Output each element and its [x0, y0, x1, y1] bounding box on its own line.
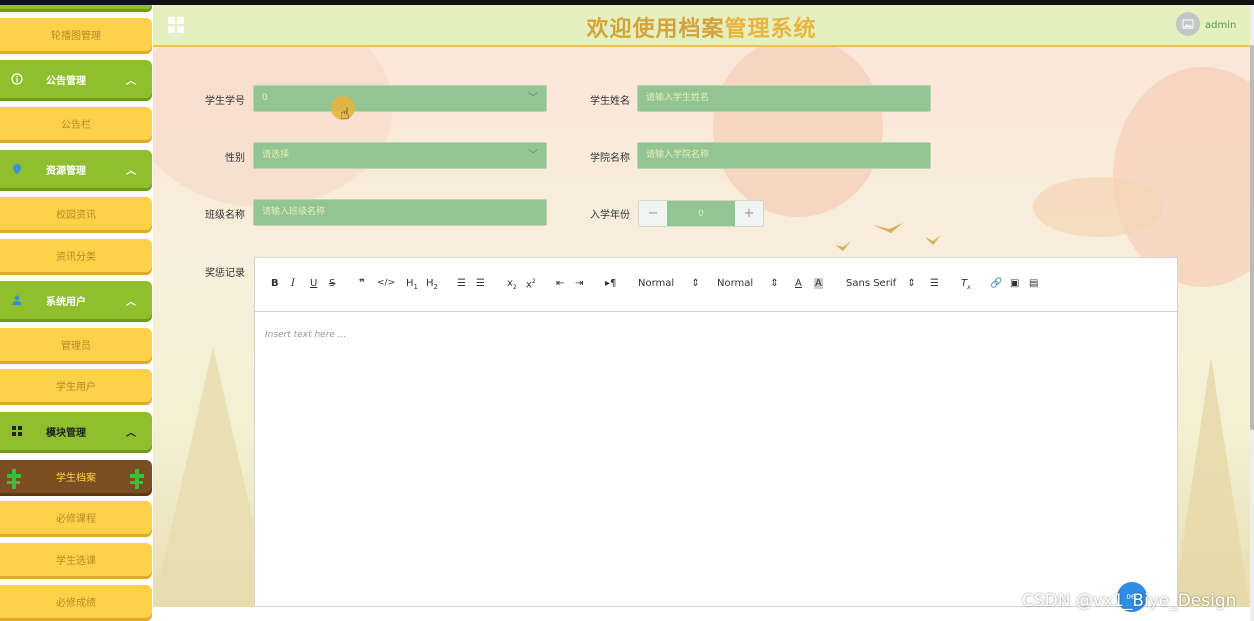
- grid-icon: [10, 424, 24, 438]
- sidebar-item-required-courses[interactable]: 必修课程: [0, 501, 152, 534]
- bullet-list-icon[interactable]: ☰: [476, 278, 485, 289]
- clear-format-icon[interactable]: Tx: [961, 278, 971, 291]
- hand-cursor-icon: ☝: [340, 104, 350, 123]
- align-icon[interactable]: ☰: [930, 278, 939, 289]
- ordered-list-icon[interactable]: ☰: [457, 278, 466, 289]
- top-header: 欢迎使用档案管理系统 admin: [153, 5, 1250, 47]
- info-circle-icon: [10, 72, 24, 86]
- college-label: 学院名称: [590, 153, 630, 164]
- gender-select[interactable]: 请选择 ﹀: [253, 142, 547, 169]
- sidebar-item-required-grades[interactable]: 必修成绩: [0, 585, 152, 618]
- sidebar-item-course-selection[interactable]: 学生选课: [0, 543, 152, 576]
- header-select[interactable]: Normal ⇕: [638, 278, 700, 289]
- background-blob: [1113, 67, 1250, 287]
- sidebar-item-student-users[interactable]: 学生用户: [0, 369, 152, 402]
- blockquote-icon[interactable]: ❞: [359, 278, 365, 289]
- chevron-up-icon: ︿: [126, 165, 136, 177]
- college-input[interactable]: 请输入学院名称: [637, 142, 931, 169]
- sidebar-item-notice-board[interactable]: 公告栏: [0, 107, 152, 140]
- year-stepper[interactable]: − 0 +: [638, 200, 764, 227]
- size-select[interactable]: Normal ⇕: [717, 278, 779, 289]
- font-select[interactable]: Sans Serif ⇕: [846, 278, 916, 289]
- bold-icon[interactable]: B: [271, 278, 279, 289]
- main-content: 学生学号 0 ﹀ 学生姓名 请输入学生姓名 性别 请选择 ﹀ 学院名称 请输入学…: [153, 47, 1250, 607]
- strikethrough-icon[interactable]: S: [329, 278, 335, 289]
- italic-icon[interactable]: I: [291, 278, 295, 289]
- rich-text-editor: B I U S ❞ </> H1 H2 ☰ ☰ x2 x2 ⇤ ⇥ ▸¶ Nor…: [254, 257, 1178, 607]
- award-label: 奖惩记录: [205, 268, 245, 279]
- class-label: 班级名称: [205, 210, 245, 221]
- sidebar-group-modules[interactable]: 模块管理 ︿: [0, 412, 152, 450]
- student-no-select[interactable]: 0 ﹀: [253, 85, 547, 112]
- mountain-decoration: [1173, 357, 1250, 607]
- background-blob: [153, 47, 393, 207]
- underline-icon[interactable]: U: [310, 278, 317, 289]
- avatar-icon[interactable]: [1176, 12, 1200, 36]
- sidebar-item-carousel[interactable]: 轮播图管理: [0, 18, 152, 51]
- sidebar-group-notice[interactable]: 公告管理 ︿: [0, 60, 152, 98]
- chevron-down-icon: ﹀: [528, 150, 538, 161]
- student-no-label: 学生学号: [205, 96, 245, 107]
- gender-label: 性别: [225, 153, 245, 164]
- link-icon[interactable]: 🔗: [990, 278, 1002, 289]
- chevron-up-icon: ︿: [126, 296, 136, 308]
- student-name-label: 学生姓名: [590, 96, 630, 107]
- heading2-icon[interactable]: H2: [426, 278, 438, 291]
- chevron-up-icon: ︿: [126, 427, 136, 439]
- chevron-down-icon: ﹀: [528, 93, 538, 104]
- sidebar-parent-hidden[interactable]: [0, 5, 152, 9]
- user-icon: [10, 293, 24, 307]
- editor-placeholder[interactable]: Insert text here ...: [265, 330, 346, 340]
- page-title: 欢迎使用档案管理系统: [586, 17, 817, 42]
- location-pin-icon: [10, 162, 24, 176]
- sidebar-item-campus-news[interactable]: 校园资讯: [0, 197, 152, 230]
- tree-decoration-icon: [7, 469, 21, 489]
- student-name-input[interactable]: 请输入学生姓名: [637, 85, 931, 112]
- text-direction-icon[interactable]: ▸¶: [605, 278, 616, 289]
- chevron-up-icon: ︿: [126, 75, 136, 87]
- image-icon[interactable]: ▣: [1010, 278, 1019, 289]
- sidebar-item-news-category[interactable]: 资讯分类: [0, 239, 152, 272]
- increment-button[interactable]: +: [735, 201, 763, 226]
- sidebar-group-system-users[interactable]: 系统用户 ︿: [0, 281, 152, 319]
- font-color-icon[interactable]: A: [795, 278, 802, 289]
- sidebar-group-resources[interactable]: 资源管理 ︿: [0, 150, 152, 188]
- scrollbar-thumb[interactable]: [1250, 45, 1254, 430]
- sidebar: 轮播图管理 公告管理 ︿ 公告栏 资源管理 ︿ 校园资讯 资讯分类 系统用户 ︿…: [0, 5, 153, 621]
- cloud-decoration: [1033, 177, 1163, 237]
- tree-decoration-icon: [130, 469, 144, 489]
- indent-decrease-icon[interactable]: ⇤: [556, 278, 564, 289]
- editor-toolbar: B I U S ❞ </> H1 H2 ☰ ☰ x2 x2 ⇤ ⇥ ▸¶ Nor…: [255, 258, 1177, 312]
- background-blob: [713, 47, 883, 217]
- code-icon[interactable]: </>: [377, 278, 395, 288]
- subscript-icon[interactable]: x2: [507, 278, 517, 291]
- sidebar-item-student-archive[interactable]: 学生档案: [0, 460, 152, 493]
- background-color-icon[interactable]: A: [814, 278, 823, 289]
- birds-decoration: [835, 223, 941, 251]
- superscript-icon[interactable]: x2: [526, 278, 536, 290]
- username[interactable]: admin: [1205, 20, 1236, 31]
- sidebar-item-admin[interactable]: 管理员: [0, 328, 152, 361]
- indent-increase-icon[interactable]: ⇥: [575, 278, 583, 289]
- heading1-icon[interactable]: H1: [406, 278, 418, 291]
- decrement-button[interactable]: −: [639, 201, 667, 226]
- class-input[interactable]: 请输入班级名称: [253, 199, 547, 226]
- watermark: CSDN @vx1_Biye_Design: [1022, 591, 1237, 611]
- year-label: 入学年份: [590, 210, 630, 221]
- video-icon[interactable]: ▤: [1029, 278, 1038, 289]
